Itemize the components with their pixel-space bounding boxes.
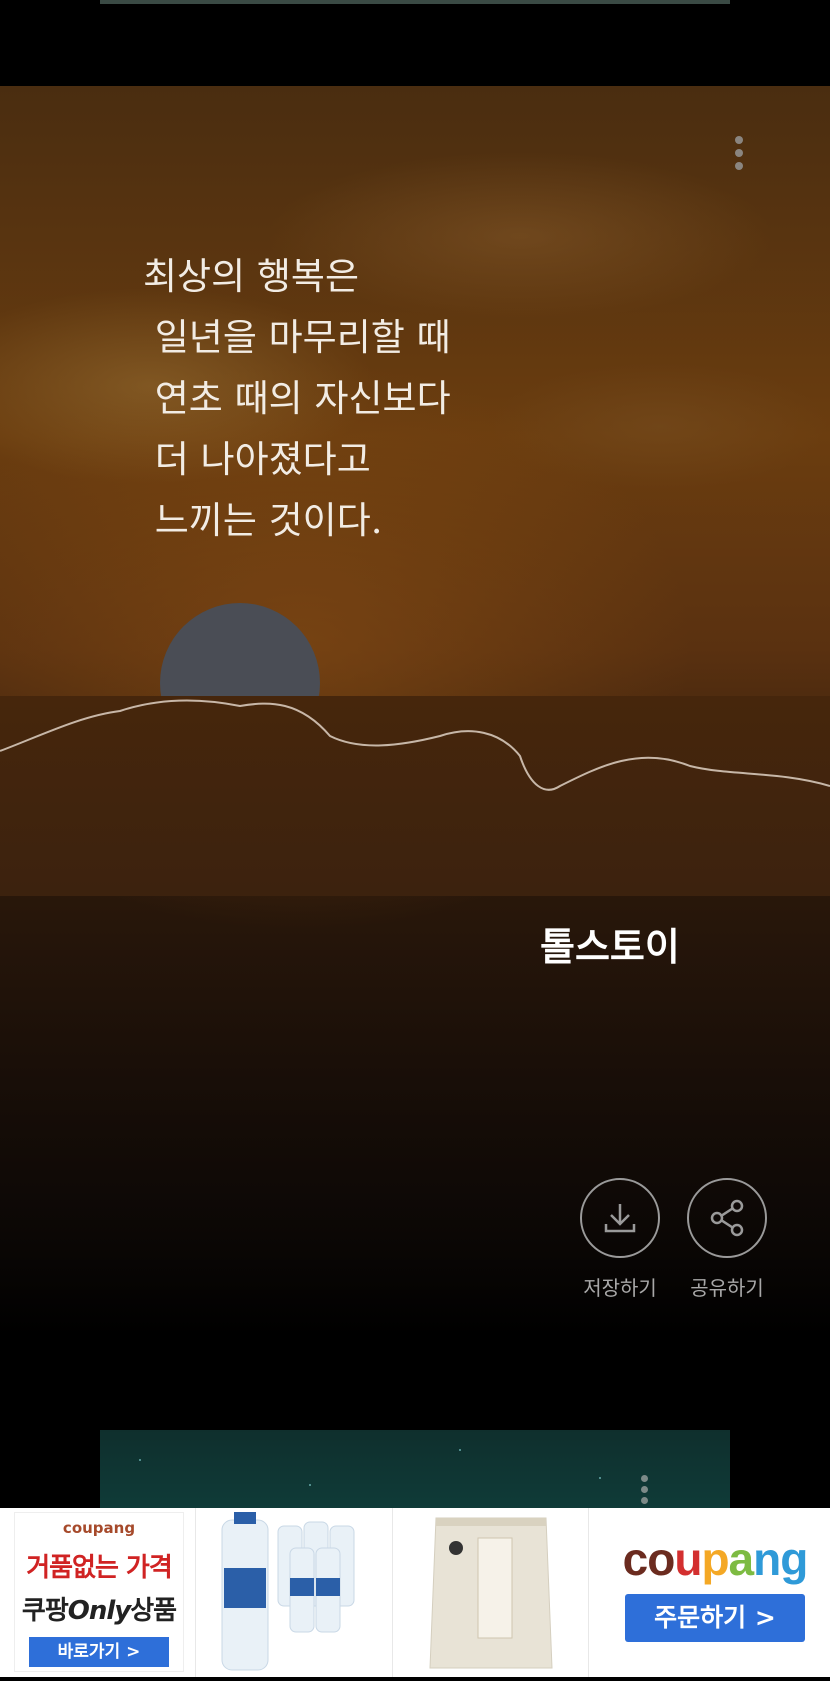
order-button[interactable]: 주문하기 > <box>625 1594 805 1642</box>
go-button[interactable]: 바로가기 > <box>29 1637 169 1667</box>
quote-author: 톨스토이 <box>540 924 680 969</box>
share-label: 공유하기 <box>690 1276 764 1300</box>
save-label: 저장하기 <box>583 1276 657 1300</box>
divider <box>392 1508 393 1677</box>
coupang-logo: coupang <box>622 1533 809 1585</box>
water-bottles-image <box>221 1512 355 1671</box>
quote-line: 느끼는 것이다. <box>143 499 383 542</box>
quote-text: 최상의 행복은 일년을 마무리할 때 연초 때의 자신보다 더 나아졌다고 느끼… <box>143 246 451 551</box>
divider <box>588 1508 589 1677</box>
ad-banner[interactable]: coupang 거품없는 가격 쿠팡Only상품 바로가기 > coupang … <box>0 1508 830 1677</box>
ad-tile-order[interactable]: coupang 주문하기 > <box>600 1508 830 1677</box>
next-quote-card[interactable] <box>100 1430 730 1508</box>
share-button[interactable]: 공유하기 <box>682 1178 772 1301</box>
more-options-icon[interactable] <box>728 136 750 180</box>
ad-tile-water[interactable] <box>200 1508 390 1677</box>
quote-card: 최상의 행복은 일년을 마무리할 때 연초 때의 자신보다 더 나아졌다고 느끼… <box>0 86 830 1336</box>
coupang-small-logo: coupang <box>62 1519 136 1537</box>
save-button[interactable]: 저장하기 <box>575 1178 665 1301</box>
rice-bag-image <box>429 1517 553 1669</box>
ad-headline: 거품없는 가격 <box>26 1553 173 1583</box>
download-icon <box>580 1178 660 1258</box>
more-options-icon[interactable] <box>641 1475 648 1508</box>
quote-line: 더 나아졌다고 <box>143 438 371 481</box>
stars-background <box>100 1430 730 1508</box>
quote-line: 최상의 행복은 <box>143 255 360 298</box>
divider <box>195 1508 196 1677</box>
previous-quote-card-edge <box>100 0 730 4</box>
cloud-outline <box>0 699 830 791</box>
ad-tile-promo[interactable]: coupang 거품없는 가격 쿠팡Only상품 바로가기 > <box>14 1512 184 1672</box>
ad-tile-rice[interactable] <box>396 1508 586 1677</box>
quote-line: 일년을 마무리할 때 <box>143 316 451 359</box>
ad-subheadline: 쿠팡Only상품 <box>21 1596 177 1626</box>
share-icon <box>687 1178 767 1258</box>
quote-line: 연초 때의 자신보다 <box>143 377 451 420</box>
